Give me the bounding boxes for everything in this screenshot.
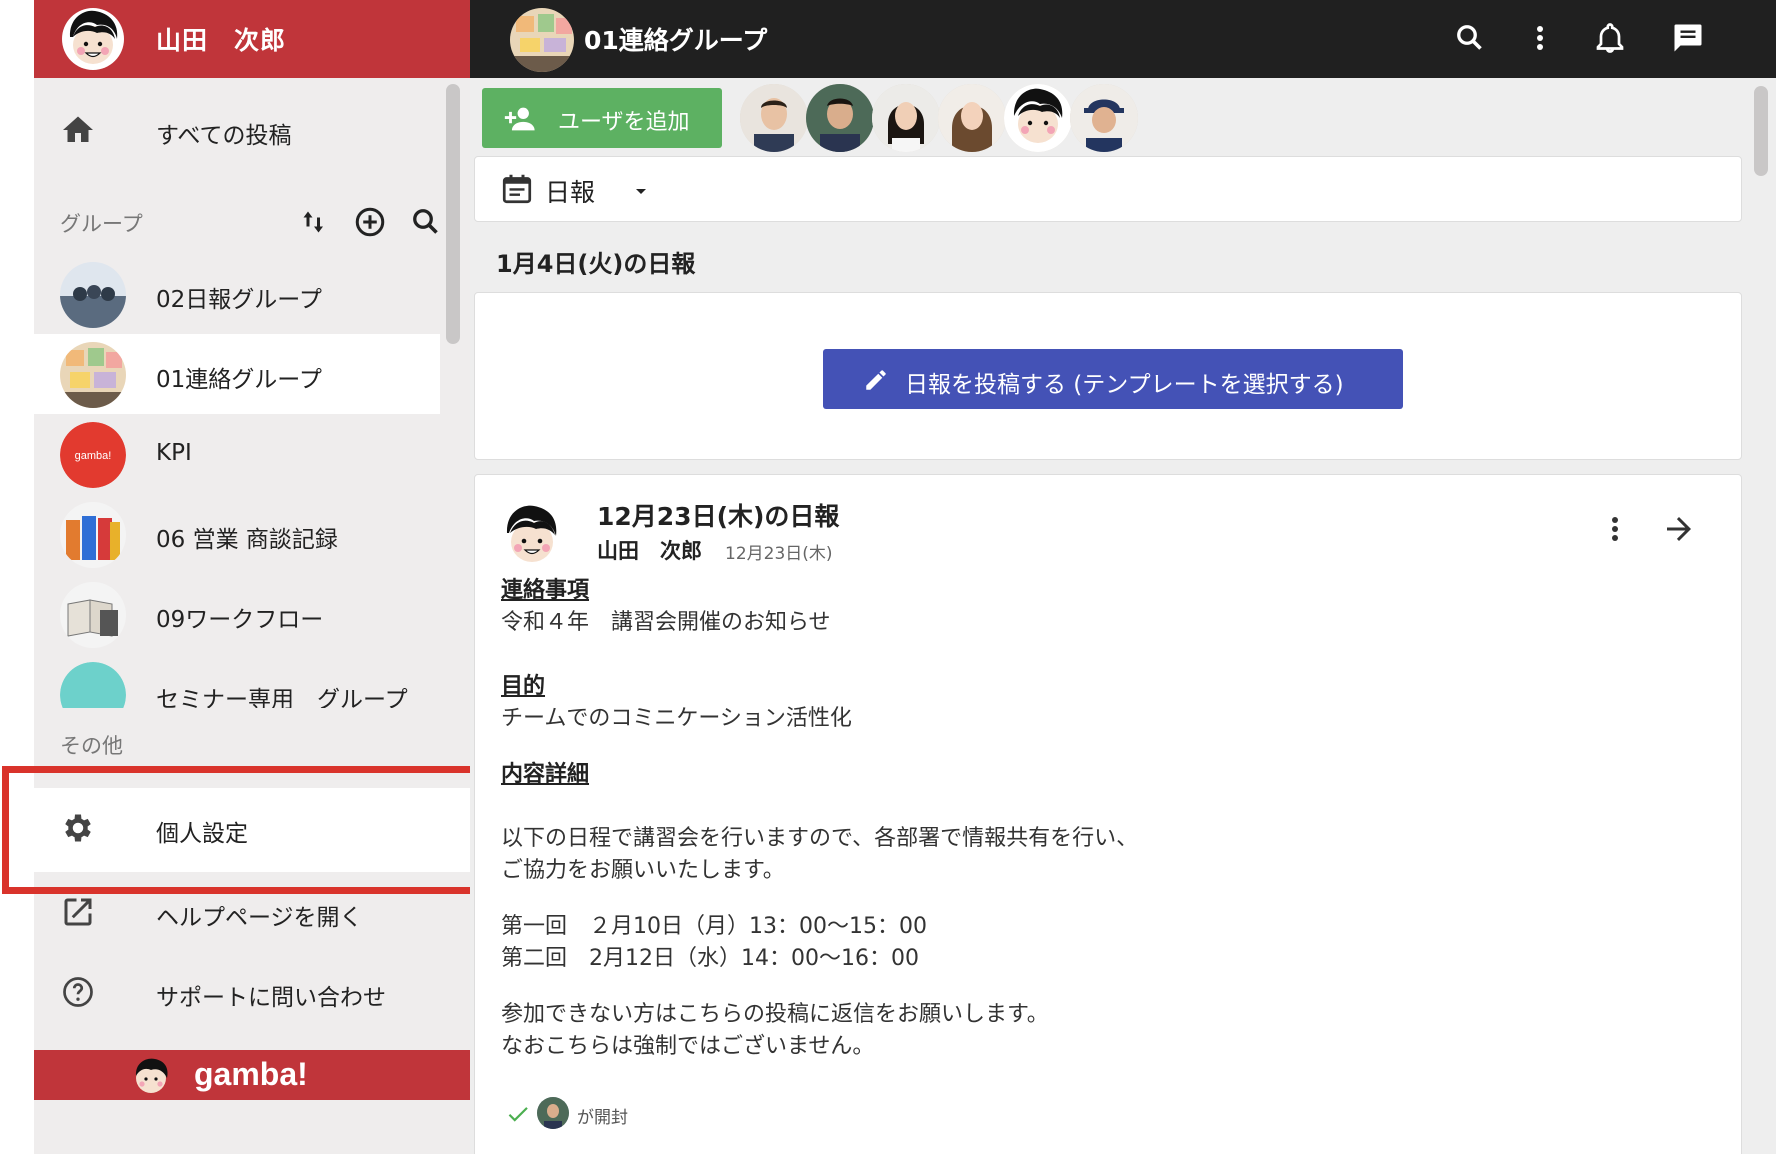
member-avatar[interactable] xyxy=(938,84,1006,152)
date-heading: 1月4日(火)の日報 xyxy=(496,250,696,278)
bell-icon[interactable] xyxy=(1592,20,1628,56)
post-date: 12月23日(木) xyxy=(725,544,833,564)
group-item-label: 01連絡グループ xyxy=(156,367,322,393)
contact-support-item[interactable]: サポートに問い合わせ xyxy=(34,952,470,1032)
member-avatar[interactable] xyxy=(872,84,940,152)
help-circle-icon xyxy=(63,977,93,1007)
top-bar: 01連絡グループ xyxy=(470,0,1776,78)
pencil-icon xyxy=(866,370,886,390)
sidebar-header: 山田 次郎 xyxy=(34,0,470,78)
sidebar-scroll-area: すべての投稿 グループ 02日報グループ 01連絡グループ gamba! KPI… xyxy=(34,78,470,708)
arrow-right-icon[interactable] xyxy=(1661,511,1697,547)
group-avatar[interactable] xyxy=(510,8,574,72)
group-item-label: KPI xyxy=(156,440,192,466)
section-heading: 内容詳細 xyxy=(501,762,590,787)
add-user-label: ユーザを追加 xyxy=(558,110,690,135)
nav-all-posts[interactable]: すべての投稿 xyxy=(34,90,440,170)
group-item[interactable]: 02日報グループ xyxy=(34,254,440,334)
svg-text:gamba!: gamba! xyxy=(75,450,112,462)
post-author-avatar[interactable] xyxy=(497,501,567,571)
group-thumbnail xyxy=(60,262,126,328)
search-icon[interactable] xyxy=(1452,20,1488,56)
user-name: 山田 次郎 xyxy=(156,26,287,55)
post-card: 12月23日(木)の日報 山田 次郎 12月23日(木) 連絡事項 令和４年 講… xyxy=(474,474,1742,1154)
sidebar-scrollbar[interactable] xyxy=(446,84,460,344)
help-page-label: ヘルプページを開く xyxy=(156,905,363,931)
read-status-label: が開封 xyxy=(577,1108,628,1128)
main-content: ユーザを追加 日報 1月4日(火)の日報 日報を投稿する (テンプレートを選択す… xyxy=(470,78,1776,1154)
section-heading: 連絡事項 xyxy=(501,578,590,603)
member-avatar[interactable] xyxy=(1004,84,1072,152)
member-avatar[interactable] xyxy=(1070,84,1138,152)
mascot-icon xyxy=(135,1058,168,1093)
external-link-icon xyxy=(64,898,92,926)
nav-all-posts-label: すべての投稿 xyxy=(156,123,292,149)
contact-support-label: サポートに問い合わせ xyxy=(156,985,386,1011)
report-type-select[interactable]: 日報 xyxy=(474,156,1742,222)
post-text: なおこちらは強制ではございません。 xyxy=(501,1034,875,1059)
home-icon xyxy=(63,116,93,142)
report-type-label: 日報 xyxy=(545,178,596,207)
post-text: 参加できない方はこちらの投稿に返信をお願いします。 xyxy=(501,1002,1049,1027)
sort-icon[interactable] xyxy=(296,204,332,240)
post-text: チームでのコミニケーション活性化 xyxy=(501,706,852,731)
highlight-annotation xyxy=(2,766,504,894)
group-item-label: 02日報グループ xyxy=(156,287,322,313)
brand-name: gamba! xyxy=(194,1056,308,1092)
more-vert-icon[interactable] xyxy=(1597,511,1633,547)
gamba-logo-icon: gamba! xyxy=(60,422,126,488)
group-item[interactable]: 09ワークフロー xyxy=(34,574,440,654)
group-item[interactable]: セミナー専用 グループ xyxy=(34,654,440,708)
group-thumbnail xyxy=(60,582,126,648)
groups-header-label: グループ xyxy=(60,212,143,236)
post-text: ご協力をお願いいたします。 xyxy=(501,858,785,883)
group-thumbnail xyxy=(60,502,126,568)
calendar-icon xyxy=(502,174,532,204)
group-item-label: 06 営業 商談記録 xyxy=(156,527,338,553)
user-avatar[interactable] xyxy=(61,7,125,71)
compose-report-button[interactable]: 日報を投稿する (テンプレートを選択する) xyxy=(823,349,1403,409)
read-status[interactable]: が開封 xyxy=(505,1095,805,1131)
other-header-label: その他 xyxy=(60,734,123,758)
compose-card: 日報を投稿する (テンプレートを選択する) xyxy=(474,292,1742,460)
brand-footer: gamba! xyxy=(34,1050,470,1100)
gamba-logo-icon xyxy=(60,662,126,708)
group-title: 01連絡グループ xyxy=(584,26,768,55)
group-item-label: 09ワークフロー xyxy=(156,607,324,633)
post-text: 第二回 2月12日（水）14：00〜16：00 xyxy=(501,946,919,971)
member-avatar[interactable] xyxy=(740,84,808,152)
post-author: 山田 次郎 xyxy=(597,539,702,563)
post-title[interactable]: 12月23日(木)の日報 xyxy=(597,497,839,533)
post-text: 令和４年 講習会開催のお知らせ xyxy=(501,610,831,635)
add-circle-icon[interactable] xyxy=(352,204,388,240)
sidebar: 山田 次郎 すべての投稿 グループ 02日報グループ 01連絡グループ gamb… xyxy=(34,0,470,1154)
check-icon xyxy=(508,1107,528,1122)
member-avatar[interactable] xyxy=(806,84,874,152)
compose-report-label: 日報を投稿する (テンプレートを選択する) xyxy=(905,372,1344,398)
group-item-label: セミナー専用 グループ xyxy=(156,687,408,708)
post-text: 以下の日程で講習会を行いますので、各部署で情報共有を行い、 xyxy=(501,826,1139,851)
more-vert-icon[interactable] xyxy=(1522,20,1558,56)
group-item[interactable]: 06 営業 商談記録 xyxy=(34,494,440,574)
reader-avatar xyxy=(537,1097,569,1129)
post-text: 第一回 ２月10日（月）13：00〜15：00 xyxy=(501,914,927,939)
main-scrollbar[interactable] xyxy=(1754,86,1768,176)
section-heading: 目的 xyxy=(501,674,546,699)
person-add-icon xyxy=(504,107,535,131)
post-body: 連絡事項 令和４年 講習会開催のお知らせ 目的 チームでのコミニケーション活性化… xyxy=(501,575,1701,1063)
group-item[interactable]: gamba! KPI xyxy=(34,414,440,494)
groups-header: グループ xyxy=(60,196,440,246)
chat-icon[interactable] xyxy=(1670,20,1706,56)
search-icon[interactable] xyxy=(408,204,444,240)
add-user-button[interactable]: ユーザを追加 xyxy=(482,88,722,148)
group-item-active[interactable]: 01連絡グループ xyxy=(34,334,440,414)
group-thumbnail xyxy=(60,342,126,408)
caret-down-icon xyxy=(636,189,646,194)
